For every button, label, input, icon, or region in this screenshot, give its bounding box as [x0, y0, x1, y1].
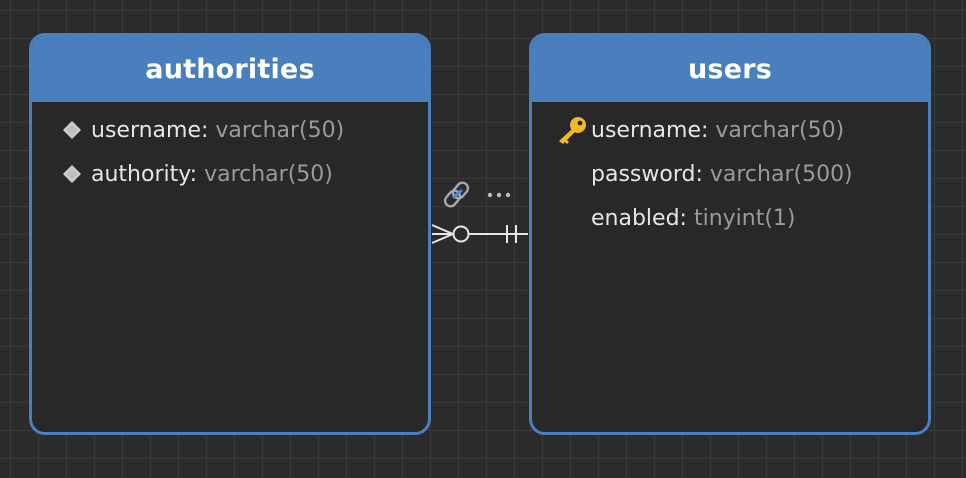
- zero-marker: [452, 225, 470, 243]
- ellipsis-icon[interactable]: [487, 192, 511, 198]
- link-icon[interactable]: [443, 180, 470, 208]
- relationship-connector[interactable]: [0, 0, 966, 478]
